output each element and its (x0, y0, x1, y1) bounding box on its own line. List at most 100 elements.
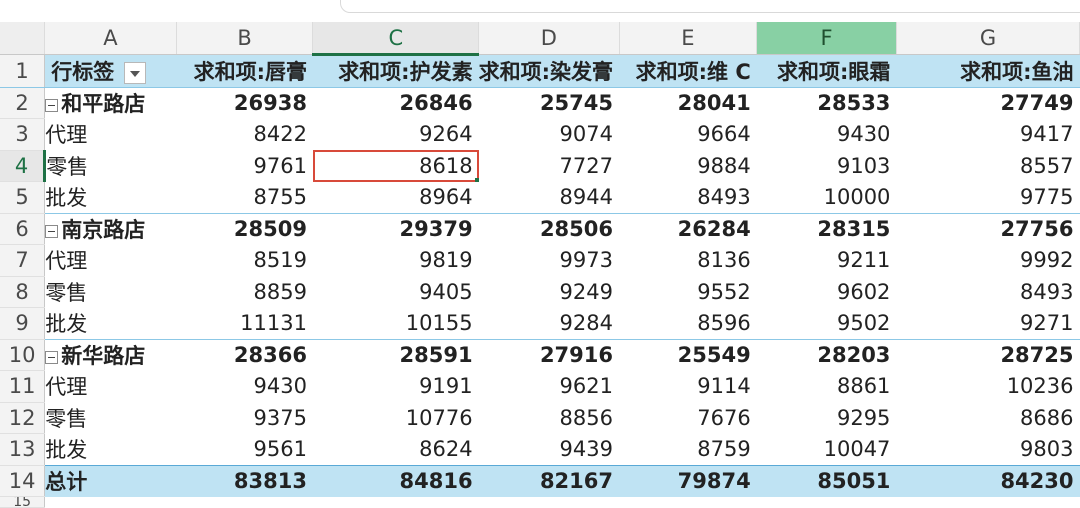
cell[interactable]: 10236 (896, 371, 1079, 403)
cell[interactable]: 29379 (312, 212, 479, 245)
cell[interactable]: 9284 (479, 308, 619, 340)
field-header[interactable]: 求和项:染发膏 (478, 54, 619, 88)
column-header-e[interactable]: E (619, 22, 758, 55)
field-header[interactable]: 求和项:眼霜 (756, 54, 897, 88)
cell[interactable]: 8856 (479, 402, 619, 434)
cell[interactable]: 9430 (176, 371, 313, 403)
cell[interactable]: 8596 (619, 308, 757, 340)
collapse-icon[interactable] (45, 224, 59, 238)
cell[interactable]: 9819 (313, 245, 479, 277)
cell[interactable]: 28315 (756, 212, 897, 245)
row-number[interactable]: 3 (0, 118, 46, 151)
channel-label[interactable]: 代理 (45, 119, 177, 151)
cell[interactable]: 9114 (619, 371, 757, 403)
row-number[interactable]: 13 (0, 433, 46, 466)
cell[interactable]: 8759 (619, 434, 757, 466)
channel-label[interactable]: 批发 (45, 182, 177, 214)
cell[interactable]: 8422 (176, 119, 313, 151)
cell[interactable]: 85051 (756, 464, 897, 497)
cell[interactable]: 9973 (479, 245, 619, 277)
row-number[interactable]: 11 (0, 370, 46, 403)
cell[interactable]: 28533 (756, 86, 897, 119)
column-header-f[interactable]: F (756, 22, 897, 55)
cell[interactable]: 8859 (176, 276, 313, 308)
row-number[interactable]: 5 (0, 181, 46, 214)
row-number[interactable]: 14 (0, 464, 46, 497)
cell[interactable]: 28509 (176, 212, 313, 245)
cell[interactable]: 8493 (619, 182, 757, 214)
cell[interactable]: 26846 (312, 86, 479, 119)
column-header-d[interactable]: D (478, 22, 620, 55)
cell[interactable]: 9552 (619, 276, 757, 308)
store-label[interactable]: 和平路店 (44, 86, 177, 119)
cell[interactable]: 9761 (176, 150, 313, 182)
row-number[interactable]: 7 (0, 244, 46, 277)
cell[interactable]: 9884 (619, 150, 757, 182)
store-label[interactable]: 南京路店 (44, 212, 177, 245)
cell[interactable]: 9439 (479, 434, 619, 466)
filter-dropdown-icon[interactable] (124, 61, 147, 84)
cell[interactable]: 9664 (619, 119, 757, 151)
cell[interactable]: 9249 (479, 276, 619, 308)
row-number[interactable]: 8 (0, 276, 46, 308)
row-number[interactable]: 1 (0, 54, 46, 88)
cell[interactable]: 28506 (478, 212, 619, 245)
column-header-a[interactable]: A (44, 22, 177, 55)
cell[interactable]: 9561 (176, 434, 313, 466)
cell[interactable]: 9211 (757, 245, 897, 277)
formula-bar[interactable] (340, 0, 1080, 13)
row-number[interactable]: 2 (0, 86, 46, 119)
cell[interactable]: 9992 (896, 245, 1079, 277)
row-labels-header[interactable]: 行标签 (44, 54, 177, 88)
cell[interactable]: 9103 (757, 150, 897, 182)
row-number[interactable]: 9 (0, 307, 46, 340)
cell[interactable]: 26938 (176, 86, 313, 119)
channel-label[interactable]: 零售 (45, 150, 177, 182)
cell[interactable]: 9417 (896, 119, 1079, 151)
cell[interactable]: 82167 (478, 464, 619, 497)
cell[interactable]: 8861 (757, 371, 897, 403)
cell[interactable]: 9295 (757, 402, 897, 434)
cell[interactable]: 28725 (896, 338, 1080, 371)
cell[interactable]: 8493 (896, 276, 1079, 308)
select-all-corner[interactable] (0, 22, 46, 55)
cell[interactable]: 26284 (619, 212, 757, 245)
field-header[interactable]: 求和项:维 C (619, 54, 757, 88)
cell[interactable]: 8519 (176, 245, 313, 277)
row-number[interactable]: 15 (0, 496, 46, 508)
row-number[interactable]: 10 (0, 338, 46, 371)
channel-label[interactable]: 批发 (45, 308, 177, 340)
field-header[interactable]: 求和项:护发素 (312, 54, 479, 88)
field-header[interactable]: 求和项:鱼油 (896, 54, 1080, 88)
cell[interactable]: 27916 (478, 338, 619, 371)
channel-label[interactable]: 代理 (45, 245, 177, 277)
store-label[interactable]: 新华路店 (44, 338, 177, 371)
cell[interactable]: 10047 (757, 434, 897, 466)
channel-label[interactable]: 零售 (45, 276, 177, 308)
cell[interactable]: 28041 (619, 86, 757, 119)
grand-total-label[interactable]: 总计 (44, 464, 177, 497)
cell[interactable]: 7676 (619, 402, 757, 434)
row-number[interactable]: 12 (0, 402, 46, 434)
channel-label[interactable]: 代理 (45, 371, 177, 403)
cell[interactable]: 8624 (313, 434, 479, 466)
cell[interactable]: 9621 (479, 371, 619, 403)
cell[interactable]: 25745 (478, 86, 619, 119)
cell[interactable]: 9775 (896, 182, 1079, 214)
cell[interactable]: 9405 (313, 276, 479, 308)
cell[interactable]: 8755 (176, 182, 313, 214)
cell[interactable]: 28203 (756, 338, 897, 371)
cell[interactable]: 7727 (479, 150, 619, 182)
cell[interactable]: 9074 (479, 119, 619, 151)
cell[interactable]: 84816 (312, 464, 479, 497)
column-header-b[interactable]: B (176, 22, 314, 55)
cell[interactable]: 9271 (896, 308, 1079, 340)
cell[interactable]: 84230 (896, 464, 1080, 497)
cell[interactable]: 8944 (479, 182, 619, 214)
cell[interactable]: 11131 (176, 308, 313, 340)
channel-label[interactable]: 批发 (45, 434, 177, 466)
cell[interactable]: 8964 (313, 182, 479, 214)
field-header[interactable]: 求和项:唇膏 (176, 54, 313, 88)
channel-label[interactable]: 零售 (45, 402, 177, 434)
cell[interactable]: 25549 (619, 338, 757, 371)
